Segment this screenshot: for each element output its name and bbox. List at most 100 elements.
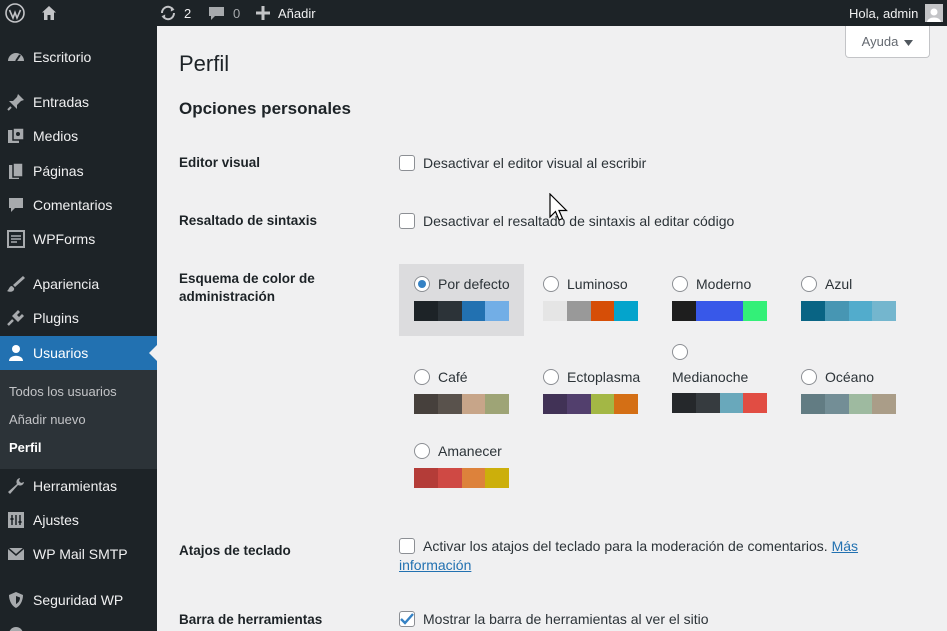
color-swatches (414, 394, 509, 414)
sidebar-item-appearance[interactable]: Apariencia (0, 267, 157, 301)
color-scheme-name: Medianoche (672, 369, 749, 385)
color-scheme-radio[interactable] (672, 344, 688, 360)
toolbar-checkbox[interactable] (399, 611, 415, 627)
more-info-link-continuation[interactable]: información (399, 556, 471, 575)
syntax-highlight-checkbox[interactable] (399, 213, 415, 229)
color-scheme-radio[interactable] (801, 369, 817, 385)
submenu-item-add-new[interactable]: Añadir nuevo (9, 412, 86, 427)
color-scheme-radio[interactable] (543, 276, 559, 292)
color-scheme-option[interactable]: Ectoplasma (528, 357, 653, 429)
color-scheme-name: Café (438, 369, 468, 385)
color-scheme-option[interactable]: Café (399, 357, 524, 429)
color-swatch (614, 301, 638, 321)
color-scheme-option[interactable]: Amanecer (399, 431, 524, 503)
sidebar-item-label: Plugins (33, 310, 79, 326)
color-swatch (485, 301, 509, 321)
sidebar-item-comments[interactable]: Comentarios (0, 188, 157, 222)
users-icon (6, 343, 26, 363)
color-swatches (414, 468, 509, 488)
toolbar-option: Mostrar la barra de herramientas al ver … (399, 610, 709, 629)
color-scheme-option[interactable]: Océano (786, 357, 911, 429)
color-swatch (672, 301, 696, 321)
color-swatches (801, 394, 896, 414)
sidebar-item-pages[interactable]: Páginas (0, 154, 157, 188)
color-scheme-label: Esquema de color de administración (179, 271, 315, 304)
wordpress-logo-icon[interactable] (5, 0, 25, 26)
color-swatch (414, 301, 438, 321)
keyboard-shortcuts-checkbox[interactable] (399, 538, 415, 554)
color-swatches (672, 393, 767, 413)
sidebar-item-partial[interactable] (0, 617, 157, 631)
comments-link[interactable]: 0 (208, 0, 240, 26)
submenu-item-profile[interactable]: Perfil (9, 440, 42, 455)
color-scheme-option[interactable]: Azul (786, 264, 911, 336)
plugins-icon (6, 308, 26, 328)
color-swatches (543, 394, 638, 414)
color-swatch (848, 301, 873, 321)
sidebar-item-tools[interactable]: Herramientas (0, 469, 157, 503)
sidebar-item-label: Medios (33, 128, 79, 144)
sidebar-item-security[interactable]: Seguridad WP (0, 583, 157, 617)
sidebar-item-plugins[interactable]: Plugins (0, 301, 157, 335)
submenu-item-all-users[interactable]: Todos los usuarios (9, 384, 117, 399)
color-swatch (695, 393, 720, 413)
sidebar-item-media[interactable]: Medios (0, 119, 157, 153)
updates-count: 2 (184, 5, 192, 21)
color-swatch (614, 394, 638, 414)
section-title: Opciones personales (179, 99, 351, 118)
new-content-link[interactable]: Añadir (256, 0, 316, 26)
color-scheme-name: Luminoso (567, 276, 628, 292)
color-scheme-radio[interactable] (414, 443, 430, 459)
color-swatch (566, 301, 591, 321)
color-swatch (485, 394, 509, 414)
color-swatch (461, 468, 486, 488)
color-swatch (590, 394, 615, 414)
partial-menu-icon (6, 624, 26, 631)
appearance-icon (6, 274, 26, 294)
help-button[interactable]: Ayuda (845, 26, 930, 58)
color-scheme-option[interactable]: Luminoso (528, 264, 653, 336)
color-swatch (824, 301, 849, 321)
color-scheme-radio[interactable] (414, 276, 430, 292)
checkmark-icon (400, 613, 414, 625)
sidebar-item-label: Herramientas (33, 478, 118, 494)
toolbar-checkbox-label: Mostrar la barra de herramientas al ver … (423, 611, 709, 627)
sidebar-item-users[interactable]: Usuarios (0, 336, 157, 370)
sidebar-item-wpforms[interactable]: WPForms (0, 222, 157, 256)
caret-down-icon (904, 34, 914, 49)
sidebar-item-dashboard[interactable]: Escritorio (0, 40, 157, 74)
mail-icon (6, 544, 26, 564)
my-account-link[interactable]: Hola, admin (849, 0, 944, 26)
sidebar-item-label: Entradas (33, 94, 90, 110)
comment-bubble-icon (208, 5, 225, 22)
color-scheme-radio[interactable] (672, 276, 688, 292)
plus-icon (256, 6, 270, 20)
color-scheme-option[interactable]: Moderno (657, 264, 782, 336)
sidebar-item-wp-mail-smtp[interactable]: WP Mail SMTP (0, 537, 157, 571)
sidebar-item-label: Apariencia (33, 276, 100, 292)
home-icon[interactable] (40, 0, 58, 26)
color-swatch (590, 301, 615, 321)
color-scheme-name: Azul (825, 276, 853, 292)
color-swatch (437, 468, 462, 488)
color-scheme-radio[interactable] (801, 276, 817, 292)
color-scheme-radio[interactable] (414, 369, 430, 385)
wpforms-icon (6, 229, 26, 249)
updates-link[interactable]: 2 (159, 0, 191, 26)
color-scheme-option[interactable]: Por defecto (399, 264, 524, 336)
new-content-label: Añadir (278, 5, 316, 21)
sidebar-item-label: Comentarios (33, 197, 113, 213)
sidebar-item-label: Usuarios (33, 345, 89, 361)
color-scheme-radio[interactable] (543, 369, 559, 385)
color-scheme-option[interactable]: Medianoche (657, 338, 782, 429)
sidebar-item-label: WPForms (33, 231, 96, 247)
color-swatch (414, 468, 438, 488)
shield-icon (6, 590, 26, 610)
sidebar-item-settings[interactable]: Ajustes (0, 503, 157, 537)
color-scheme-name: Amanecer (438, 443, 502, 459)
visual-editor-checkbox[interactable] (399, 155, 415, 171)
sidebar-item-posts[interactable]: Entradas (0, 85, 157, 119)
more-info-link[interactable]: Más (832, 538, 858, 554)
color-swatch (743, 301, 767, 321)
color-swatch (566, 394, 591, 414)
